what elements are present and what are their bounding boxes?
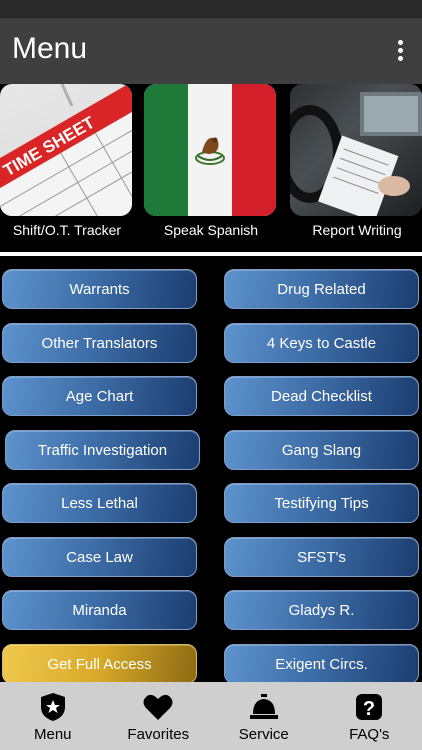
dot-icon <box>397 48 403 53</box>
time-sheet-image: TIME SHEET <box>0 84 132 216</box>
feature-tiles: TIME SHEET Shift/O.T. Tracker Speak Span… <box>0 84 422 252</box>
app-bar: Menu <box>0 18 422 84</box>
less-lethal-button[interactable]: Less Lethal <box>2 483 197 523</box>
service-bell-icon <box>249 694 278 719</box>
report-writing-image <box>290 92 422 216</box>
gang-slang-button[interactable]: Gang Slang <box>224 430 419 470</box>
question-icon: ? <box>356 694 383 720</box>
testifying-tips-button[interactable]: Testifying Tips <box>224 483 419 523</box>
svg-text:?: ? <box>363 698 375 720</box>
case-law-button[interactable]: Case Law <box>2 537 197 577</box>
tile-report-writing[interactable]: Report Writing <box>290 84 422 252</box>
tab-favorites[interactable]: Favorites <box>106 682 212 750</box>
eagle-emblem-icon <box>195 137 225 165</box>
menu-button-grid: Warrants Drug Related Other Translators … <box>0 256 422 684</box>
tab-label: Menu <box>33 726 72 743</box>
dot-icon <box>397 40 403 45</box>
get-full-access-button[interactable]: Get Full Access <box>2 644 197 684</box>
gladys-r-button[interactable]: Gladys R. <box>224 590 419 630</box>
drug-related-button[interactable]: Drug Related <box>224 269 419 309</box>
mexico-flag-thumbnail <box>144 84 276 216</box>
tab-label: FAQ's <box>349 726 390 743</box>
time-sheet-thumbnail: TIME SHEET <box>0 84 132 216</box>
tile-caption: Shift/O.T. Tracker <box>12 222 122 238</box>
overflow-menu-button[interactable] <box>394 40 406 64</box>
tile-caption: Report Writing <box>312 222 402 238</box>
sfsts-button[interactable]: SFST's <box>224 537 419 577</box>
tab-service[interactable]: Service <box>211 682 317 750</box>
exigent-circs-button[interactable]: Exigent Circs. <box>224 644 419 684</box>
warrants-button[interactable]: Warrants <box>2 269 197 309</box>
tile-speak-spanish[interactable]: Speak Spanish <box>144 84 284 252</box>
dead-checklist-button[interactable]: Dead Checklist <box>224 376 419 416</box>
report-writing-thumbnail <box>290 84 422 216</box>
badge-star-icon <box>40 693 65 721</box>
other-translators-button[interactable]: Other Translators <box>2 323 197 363</box>
traffic-investigation-button[interactable]: Traffic Investigation <box>5 430 200 470</box>
tab-label: Service <box>238 726 289 743</box>
miranda-button[interactable]: Miranda <box>2 590 197 630</box>
tab-faqs[interactable]: ? FAQ's <box>317 682 422 750</box>
tile-shift-ot-tracker[interactable]: TIME SHEET Shift/O.T. Tracker <box>0 84 140 252</box>
tab-label: Favorites <box>127 726 190 743</box>
four-keys-to-castle-button[interactable]: 4 Keys to Castle <box>224 323 419 363</box>
tile-caption: Speak Spanish <box>163 222 259 238</box>
tab-menu[interactable]: Menu <box>0 682 106 750</box>
age-chart-button[interactable]: Age Chart <box>2 376 197 416</box>
status-bar <box>0 0 422 18</box>
dot-icon <box>397 56 403 61</box>
bottom-tab-bar: Menu Favorites Service ? FAQ's <box>0 682 422 750</box>
heart-icon <box>143 694 173 720</box>
page-title: Menu <box>12 32 88 65</box>
